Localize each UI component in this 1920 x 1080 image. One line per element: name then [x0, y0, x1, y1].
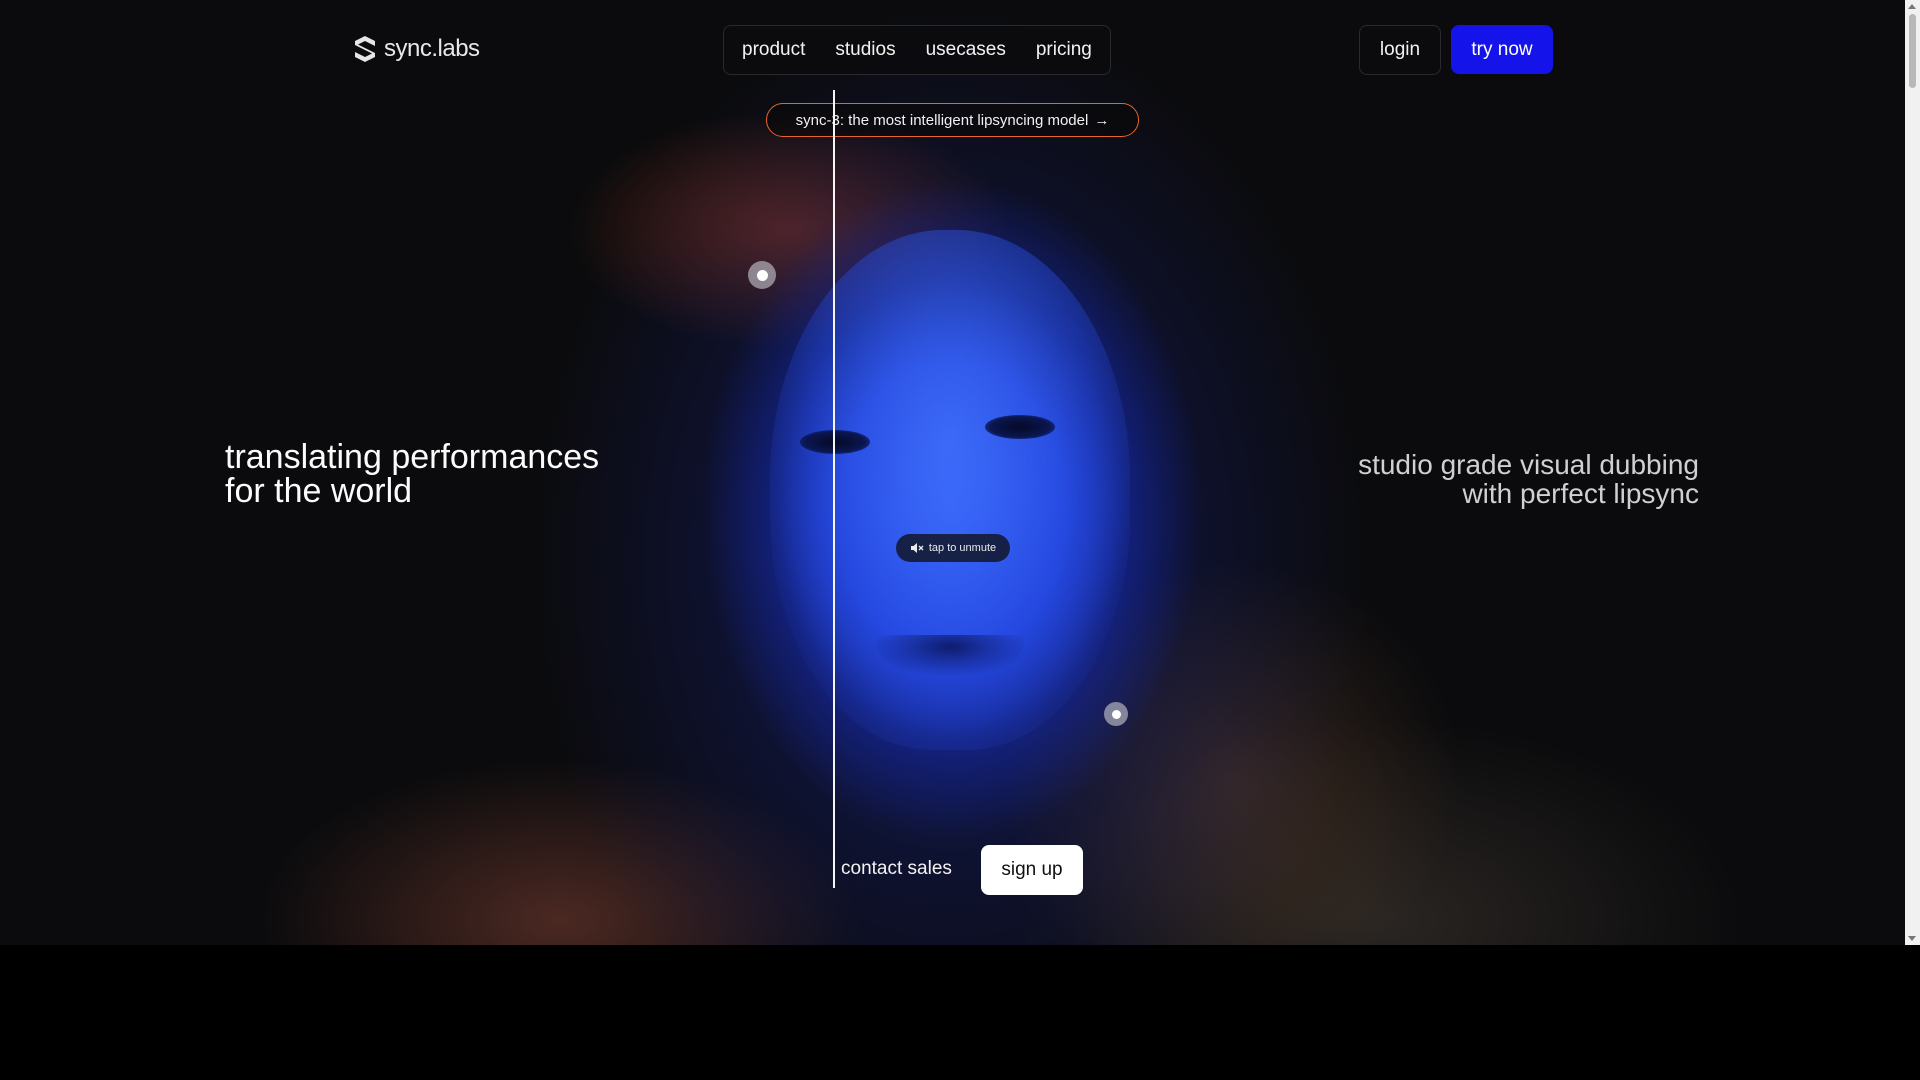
compare-divider-handle[interactable]	[833, 90, 835, 888]
hero-subheadline-line: studio grade visual dubbing	[1358, 449, 1699, 480]
hero-video-eye-right	[985, 415, 1055, 439]
hero-subheadline: studio grade visual dubbing with perfect…	[1358, 450, 1699, 508]
logo[interactable]: sync.labs	[352, 34, 480, 64]
hotspot-dot-icon	[1111, 709, 1121, 719]
below-fold-area	[0, 945, 1905, 1080]
try-now-button[interactable]: try now	[1451, 25, 1553, 74]
hero-subheadline-line: with perfect lipsync	[1462, 478, 1699, 509]
page-scrollbar[interactable]	[1905, 0, 1920, 945]
main-nav: product studios usecases pricing	[723, 25, 1111, 75]
unmute-label: tap to unmute	[928, 542, 997, 554]
nav-item-product[interactable]: product	[742, 39, 805, 61]
video-hotspot-handle[interactable]	[748, 261, 776, 289]
hero-video-mouth	[875, 635, 1025, 675]
announcement-pill[interactable]: sync-3: the most intelligent lipsyncing …	[766, 103, 1139, 137]
scrollbar-thumb[interactable]	[1909, 14, 1916, 88]
sign-up-button[interactable]: sign up	[981, 845, 1083, 895]
login-button[interactable]: login	[1359, 25, 1441, 75]
arrow-right-icon: →	[1094, 111, 1110, 129]
logo-text: sync.labs	[384, 35, 480, 62]
nav-item-usecases[interactable]: usecases	[926, 39, 1006, 61]
unmute-button[interactable]: tap to unmute	[896, 534, 1010, 562]
hero-video-eye-left	[800, 430, 870, 454]
scroll-up-arrow-icon[interactable]	[1908, 4, 1916, 9]
video-hotspot-handle[interactable]	[1104, 702, 1128, 726]
hero-headline-line: translating performances	[225, 438, 600, 476]
nav-item-pricing[interactable]: pricing	[1036, 39, 1092, 61]
scroll-down-arrow-icon[interactable]	[1908, 936, 1916, 941]
hero-headline-line: for the world	[225, 472, 413, 510]
page-viewport: sync.labs product studios usecases prici…	[0, 0, 1905, 945]
hotspot-dot-icon	[756, 269, 768, 281]
hero-headline: translating performances for the world	[225, 440, 599, 508]
nav-item-studios[interactable]: studios	[835, 39, 895, 61]
muted-speaker-icon	[910, 543, 924, 553]
contact-sales-link[interactable]: contact sales	[841, 858, 952, 880]
sync-labs-logo-icon	[355, 36, 375, 62]
announcement-text: sync-3: the most intelligent lipsyncing …	[795, 111, 1089, 129]
